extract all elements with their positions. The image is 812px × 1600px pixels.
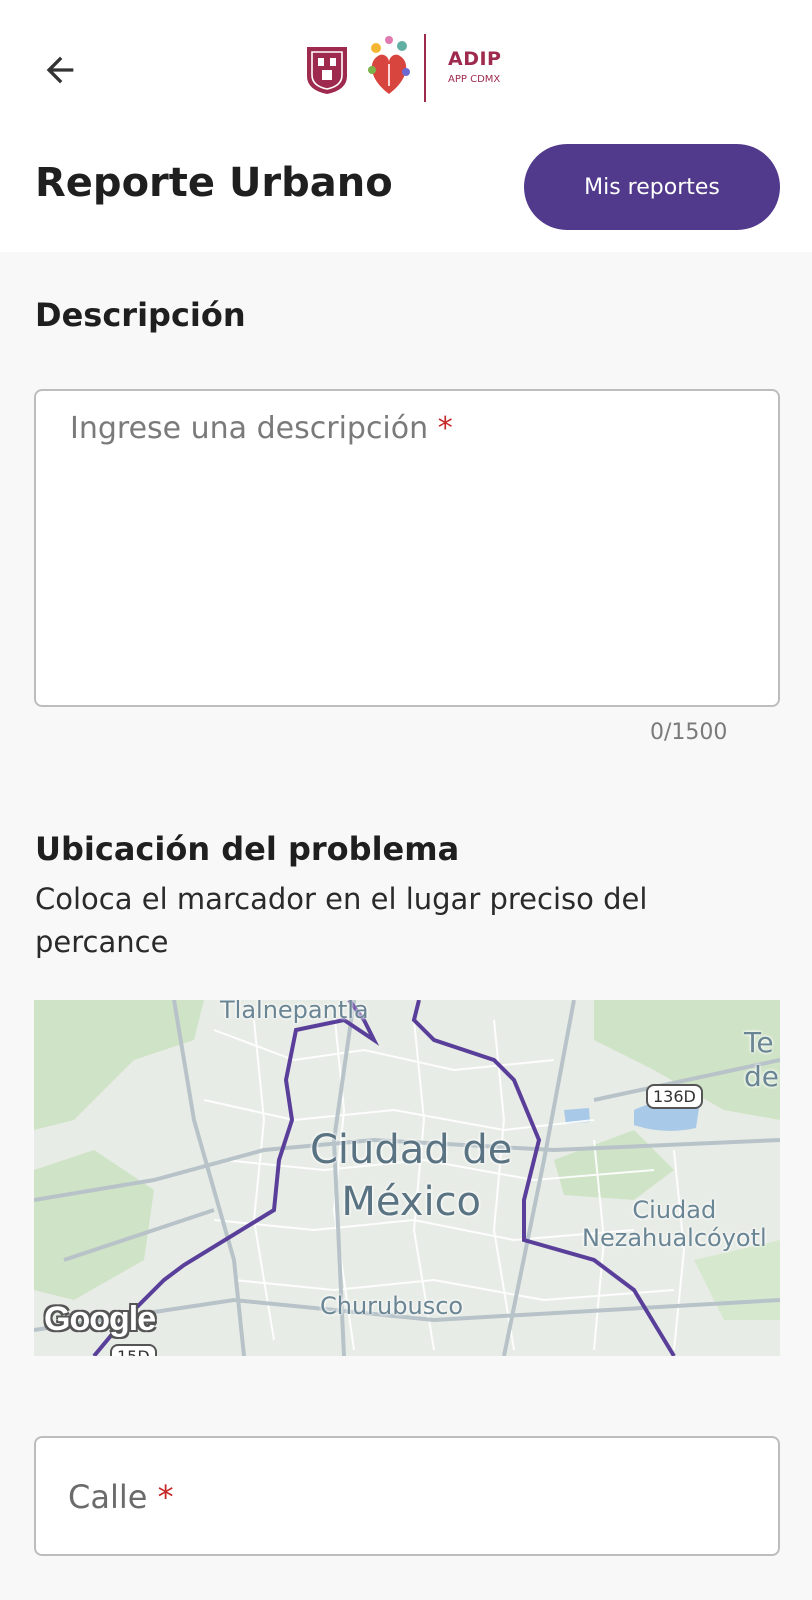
description-placeholder: Ingrese una descripción * <box>70 411 453 446</box>
location-map[interactable]: Tlalnepantla Ciudad de México Ciudad Nez… <box>34 1000 780 1356</box>
arrow-back-icon <box>46 56 74 84</box>
page-title: Reporte Urbano <box>35 160 393 206</box>
map-label-churubusco: Churubusco <box>320 1292 464 1320</box>
required-asterisk: * <box>437 411 453 446</box>
brand-subtitle: APP CDMX <box>448 74 501 85</box>
map-label-neza-line2: Nezahualcóyotl <box>582 1224 767 1252</box>
highway-shield-136d: 136D <box>646 1084 703 1109</box>
map-label-city-line2: México <box>341 1179 482 1225</box>
map-label-tlalnepantla: Tlalnepantla <box>220 1000 369 1024</box>
logo-divider <box>424 34 426 102</box>
cdmx-shield-icon <box>307 47 347 94</box>
map-label-neza-line1: Ciudad <box>632 1196 717 1224</box>
location-hint: Coloca el marcador en el lugar preciso d… <box>35 882 648 959</box>
map-label-edge: Te de <box>744 1026 779 1094</box>
map-label-edge-line1: Te <box>744 1026 774 1059</box>
my-reports-button[interactable]: Mis reportes <box>524 144 780 230</box>
map-label-nezahualcoyotl: Ciudad Nezahualcóyotl <box>582 1196 767 1252</box>
street-placeholder-text: Calle <box>68 1478 148 1516</box>
map-label-city: Ciudad de México <box>310 1124 512 1228</box>
street-input[interactable]: Calle * <box>34 1436 780 1556</box>
description-textarea[interactable]: Ingrese una descripción * <box>34 389 780 707</box>
street-required-asterisk: * <box>157 1478 174 1516</box>
app-header: ADIP APP CDMX Reporte Urbano Mis reporte… <box>0 0 812 252</box>
highway-shield-15d: 15D <box>110 1344 157 1356</box>
description-placeholder-text: Ingrese una descripción <box>70 411 429 446</box>
brand-title: ADIP <box>448 48 502 70</box>
brand-logos: ADIP APP CDMX <box>304 34 514 102</box>
character-counter: 0/1500 <box>650 720 728 745</box>
map-label-edge-line2: de <box>744 1060 779 1093</box>
back-button[interactable] <box>34 44 86 96</box>
heart-emblem-icon <box>368 36 410 94</box>
description-label: Descripción <box>35 296 246 334</box>
location-label: Ubicación del problema <box>35 830 460 868</box>
street-placeholder: Calle * <box>68 1478 174 1516</box>
map-label-city-line1: Ciudad de <box>310 1127 513 1173</box>
google-attribution-logo: Google <box>44 1300 156 1338</box>
